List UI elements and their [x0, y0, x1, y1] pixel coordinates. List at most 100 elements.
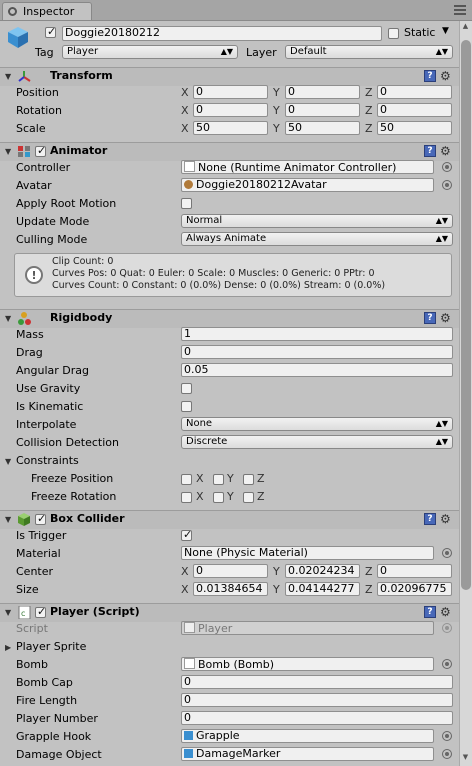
expand-triangle-icon[interactable]: ▼: [5, 608, 11, 617]
position-z-field[interactable]: 0: [377, 85, 452, 99]
object-name-input[interactable]: Doggie20180212: [62, 26, 382, 41]
box-collider-enabled-checkbox[interactable]: [35, 512, 46, 525]
object-picker-icon[interactable]: [442, 180, 452, 190]
static-checkbox[interactable]: [388, 28, 399, 39]
script-field: Player: [181, 621, 434, 635]
center-y-field[interactable]: 0.02024234: [285, 564, 360, 578]
help-icon[interactable]: ?: [424, 70, 436, 82]
interpolate-dropdown[interactable]: None ▲▼: [181, 417, 453, 431]
grapple-hook-field[interactable]: Grapple: [181, 729, 434, 743]
object-picker-icon[interactable]: [442, 749, 452, 759]
is-trigger-checkbox[interactable]: [181, 528, 192, 541]
bomb-label: Bomb: [16, 658, 48, 671]
apply-root-motion-checkbox[interactable]: [181, 198, 192, 209]
freeze-rotation-x-checkbox[interactable]: [181, 492, 192, 503]
gear-icon[interactable]: ⚙: [440, 144, 451, 158]
rigidbody-icon: [18, 312, 31, 325]
is-kinematic-checkbox[interactable]: [181, 401, 192, 412]
size-x-field[interactable]: 0.01384654: [193, 582, 268, 596]
animator-header[interactable]: ▼ Animator ? ⚙: [0, 142, 459, 161]
freeze-rotation-z-checkbox[interactable]: [243, 492, 254, 503]
avatar-field[interactable]: Doggie20180212Avatar: [181, 178, 434, 192]
tag-dropdown[interactable]: Player ▲▼: [62, 45, 238, 59]
player-script-enabled-checkbox[interactable]: [35, 605, 46, 618]
help-icon[interactable]: ?: [424, 513, 436, 525]
fire-length-field[interactable]: 0: [181, 693, 453, 707]
collision-detection-dropdown[interactable]: Discrete ▲▼: [181, 435, 453, 449]
bomb-field[interactable]: Bomb (Bomb): [181, 657, 434, 671]
material-field[interactable]: None (Physic Material): [181, 546, 434, 560]
box-collider-header[interactable]: ▼ Box Collider ? ⚙: [0, 510, 459, 529]
gear-icon[interactable]: ⚙: [440, 311, 451, 325]
rotation-y-field[interactable]: 0: [285, 103, 360, 117]
freeze-position-x-checkbox[interactable]: [181, 474, 192, 485]
menu-icon[interactable]: [454, 5, 466, 15]
angular-drag-field[interactable]: 0.05: [181, 363, 453, 377]
axis-y-label: Y: [273, 583, 280, 596]
gear-icon[interactable]: ⚙: [440, 512, 451, 526]
help-icon[interactable]: ?: [424, 145, 436, 157]
object-picker-icon[interactable]: [442, 731, 452, 741]
animator-enabled-checkbox[interactable]: [35, 144, 46, 157]
scale-x-field[interactable]: 50: [193, 121, 268, 135]
object-picker-icon[interactable]: [442, 548, 452, 558]
center-x-field[interactable]: 0: [193, 564, 268, 578]
expand-triangle-icon[interactable]: ▼: [5, 515, 11, 524]
expand-triangle-icon[interactable]: ▼: [5, 457, 11, 466]
update-mode-dropdown[interactable]: Normal ▲▼: [181, 214, 453, 228]
info-icon: [8, 7, 17, 16]
bomb-cap-field[interactable]: 0: [181, 675, 453, 689]
axis-x-label: X: [181, 104, 189, 117]
mass-field[interactable]: 1: [181, 327, 453, 341]
player-number-field[interactable]: 0: [181, 711, 453, 725]
update-mode-label: Update Mode: [16, 215, 90, 228]
controller-field[interactable]: None (Runtime Animator Controller): [181, 160, 434, 174]
scale-y-field[interactable]: 50: [285, 121, 360, 135]
gear-icon[interactable]: ⚙: [440, 69, 451, 83]
freeze-position-z-checkbox[interactable]: [243, 474, 254, 485]
axis-y-label: Y: [273, 122, 280, 135]
rigidbody-header[interactable]: ▼ Rigidbody ? ⚙: [0, 309, 459, 328]
rotation-x-field[interactable]: 0: [193, 103, 268, 117]
freeze-position-y-checkbox[interactable]: [213, 474, 224, 485]
expand-triangle-icon[interactable]: ▼: [5, 314, 11, 323]
scroll-up-icon[interactable]: ▲: [460, 22, 471, 34]
transform-header[interactable]: ▼ Transform ? ⚙: [0, 67, 459, 86]
axis-z-label: Z: [257, 490, 265, 503]
collapsed-triangle-icon[interactable]: ▶: [5, 643, 11, 652]
freeze-rotation-y-checkbox[interactable]: [213, 492, 224, 503]
avatar-label: Avatar: [16, 179, 52, 192]
player-script-header[interactable]: ▼ c Player (Script) ? ⚙: [0, 603, 459, 622]
gameobject-cube-icon: [6, 25, 30, 49]
size-y-field[interactable]: 0.04144277: [285, 582, 360, 596]
object-picker-icon[interactable]: [442, 659, 452, 669]
axis-y-label: Y: [273, 565, 280, 578]
scroll-down-icon[interactable]: ▼: [460, 753, 471, 765]
gear-icon[interactable]: ⚙: [440, 605, 451, 619]
help-icon[interactable]: ?: [424, 606, 436, 618]
object-picker-icon[interactable]: [442, 162, 452, 172]
expand-triangle-icon[interactable]: ▼: [5, 72, 11, 81]
asset-icon: [184, 161, 195, 172]
static-dropdown-icon[interactable]: ▼: [442, 26, 449, 36]
layer-dropdown[interactable]: Default ▲▼: [285, 45, 453, 59]
script-icon: c: [18, 605, 31, 620]
axis-y-label: Y: [227, 490, 234, 503]
position-x-field[interactable]: 0: [193, 85, 268, 99]
use-gravity-checkbox[interactable]: [181, 383, 192, 394]
culling-mode-dropdown[interactable]: Always Animate ▲▼: [181, 232, 453, 246]
position-y-field[interactable]: 0: [285, 85, 360, 99]
active-checkbox[interactable]: [45, 25, 56, 38]
player-sprite-label[interactable]: Player Sprite: [16, 640, 86, 653]
damage-object-field[interactable]: DamageMarker: [181, 747, 434, 761]
axis-x-label: X: [181, 122, 189, 135]
scale-z-field[interactable]: 50: [377, 121, 452, 135]
tab-inspector[interactable]: Inspector: [2, 2, 92, 20]
rotation-z-field[interactable]: 0: [377, 103, 452, 117]
size-z-field[interactable]: 0.02096775: [377, 582, 452, 596]
expand-triangle-icon[interactable]: ▼: [5, 147, 11, 156]
drag-field[interactable]: 0: [181, 345, 453, 359]
help-icon[interactable]: ?: [424, 312, 436, 324]
scrollbar-thumb[interactable]: [461, 40, 471, 590]
center-z-field[interactable]: 0: [377, 564, 452, 578]
